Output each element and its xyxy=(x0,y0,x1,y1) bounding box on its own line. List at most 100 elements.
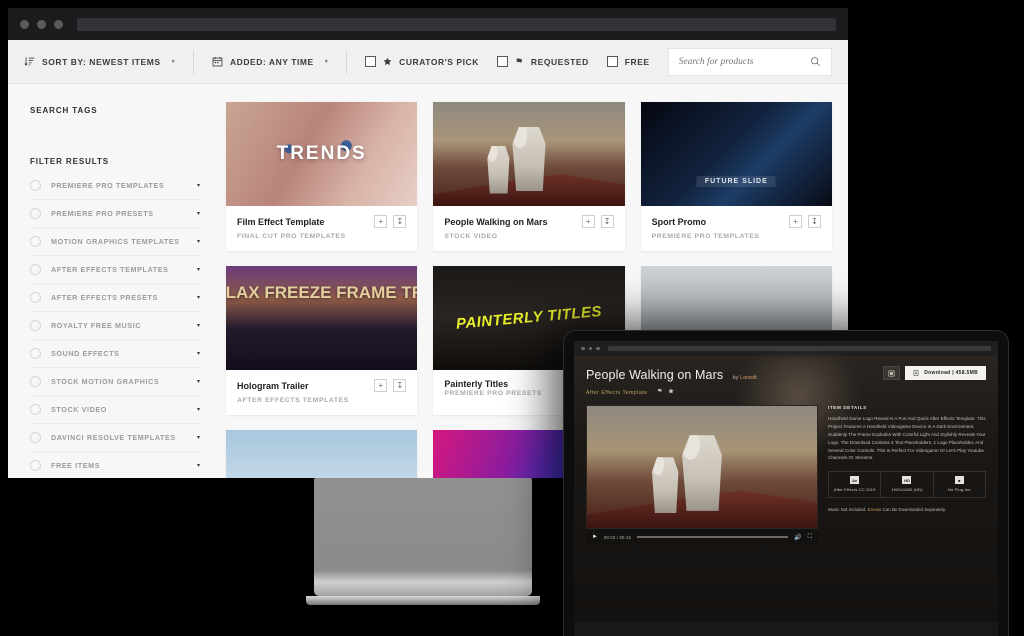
window-controls[interactable] xyxy=(20,19,63,29)
sidebar-filter-motion-graphics-templates[interactable]: MOTION GRAPHICS TEMPLATES ▾ xyxy=(30,228,200,256)
sidebar-filter-royalty-free-music[interactable]: ROYALTY FREE MUSIC ▾ xyxy=(30,312,200,340)
chevron-down-icon[interactable]: ▾ xyxy=(197,378,200,385)
added-dropdown[interactable]: ADDED: ANY TIME ▾ xyxy=(212,56,346,67)
checkbox-free[interactable]: FREE xyxy=(606,56,668,67)
checkbox-box[interactable] xyxy=(365,56,377,67)
filter-toolbar: SORT BY: NEWEST ITEMS ▾ ADDED: ANY TIME … xyxy=(8,40,848,84)
download-icon[interactable]: ↧ xyxy=(393,215,407,228)
filter-label: STOCK MOTION GRAPHICS xyxy=(51,377,160,386)
spec-item: ■ No Plug-Ins xyxy=(934,472,985,497)
add-icon[interactable]: + xyxy=(581,215,595,228)
radio-icon[interactable] xyxy=(30,208,41,219)
music-note-link[interactable]: Envato xyxy=(868,507,882,512)
chevron-down-icon[interactable]: ▾ xyxy=(197,210,200,217)
checkbox-requested[interactable]: REQUESTED xyxy=(496,56,607,67)
radio-icon[interactable] xyxy=(30,348,41,359)
search-icon[interactable] xyxy=(810,56,821,67)
product-category: FINAL CUT PRO TEMPLATES xyxy=(237,233,346,240)
product-card[interactable]: PARALLAX FREEZE FRAME TRAILER Hologram T… xyxy=(226,266,418,415)
chevron-down-icon[interactable]: ▾ xyxy=(197,434,200,441)
sidebar-filter-premiere-pro-presets[interactable]: PREMIERE PRO PRESETS ▾ xyxy=(30,200,200,228)
product-card[interactable] xyxy=(226,430,418,478)
checkbox-box[interactable] xyxy=(496,56,508,67)
thumbnail-overlay-text: PAINTERLY TITLES xyxy=(455,303,603,333)
sort-by-dropdown[interactable]: SORT BY: NEWEST ITEMS ▾ xyxy=(24,56,193,67)
chevron-down-icon[interactable]: ▾ xyxy=(197,182,200,189)
sidebar-filter-stock-video[interactable]: STOCK VIDEO ▾ xyxy=(30,396,200,424)
sidebar-filter-davinci-resolve-templates[interactable]: DAVINCI RESOLVE TEMPLATES ▾ xyxy=(30,424,200,452)
download-icon[interactable]: ↧ xyxy=(393,379,407,392)
sidebar-filter-stock-motion-graphics[interactable]: STOCK MOTION GRAPHICS ▾ xyxy=(30,368,200,396)
product-thumbnail[interactable]: TRENDS xyxy=(226,102,418,206)
detail-subtitle-row: After Effects Template xyxy=(586,388,757,396)
chevron-down-icon[interactable]: ▾ xyxy=(197,266,200,273)
add-icon[interactable]: + xyxy=(788,215,802,228)
minimize-dot-icon[interactable] xyxy=(37,19,46,29)
flag-icon[interactable] xyxy=(657,388,663,394)
video-progress-bar[interactable] xyxy=(637,536,789,538)
product-thumbnail[interactable]: FUTURE SLIDE xyxy=(640,102,832,206)
play-icon[interactable]: ► xyxy=(592,534,598,540)
radio-icon[interactable] xyxy=(30,376,41,387)
radio-icon[interactable] xyxy=(30,460,41,471)
product-thumbnail[interactable] xyxy=(433,102,625,206)
address-bar[interactable] xyxy=(77,17,836,31)
download-button[interactable]: Download | 458.5MB xyxy=(905,366,986,380)
checkbox-curators-pick[interactable]: CURATOR'S PICK xyxy=(365,56,497,67)
radio-icon[interactable] xyxy=(30,320,41,331)
sort-by-label: SORT BY: NEWEST ITEMS xyxy=(42,56,161,67)
calendar-icon xyxy=(212,56,223,67)
radio-icon[interactable] xyxy=(30,264,41,275)
sidebar-filter-after-effects-templates[interactable]: AFTER EFFECTS TEMPLATES ▾ xyxy=(30,256,200,284)
thumbnail-overlay-text: PARALLAX FREEZE FRAME TRAILER xyxy=(226,282,417,302)
author-name[interactable]: Lonedt xyxy=(740,375,757,381)
chevron-down-icon[interactable]: ▾ xyxy=(197,294,200,301)
checkbox-box[interactable] xyxy=(606,56,618,67)
close-dot-icon[interactable] xyxy=(581,346,585,351)
product-card[interactable]: People Walking on Mars + ↧ STOCK VIDEO xyxy=(433,102,625,251)
preview-icon[interactable] xyxy=(883,366,901,380)
fullscreen-icon[interactable]: ⛶ xyxy=(808,534,812,541)
device-address-bar[interactable] xyxy=(607,346,991,351)
add-icon[interactable]: + xyxy=(374,379,388,392)
thumbnail-overlay-text: FUTURE SLIDE xyxy=(696,176,776,188)
chevron-down-icon[interactable]: ▾ xyxy=(197,238,200,245)
add-icon[interactable]: + xyxy=(374,215,388,228)
chevron-down-icon[interactable]: ▾ xyxy=(197,350,200,357)
radio-icon[interactable] xyxy=(30,404,41,415)
sidebar-filter-premiere-pro-templates[interactable]: PREMIERE PRO TEMPLATES ▾ xyxy=(30,172,200,200)
maximize-dot-icon[interactable] xyxy=(596,346,600,351)
chevron-down-icon[interactable]: ▾ xyxy=(197,406,200,413)
product-thumbnail[interactable] xyxy=(226,430,418,478)
product-thumbnail[interactable]: PARALLAX FREEZE FRAME TRAILER xyxy=(226,266,418,370)
chevron-down-icon: ▾ xyxy=(171,59,176,65)
minimize-dot-icon[interactable] xyxy=(588,346,592,351)
radio-icon[interactable] xyxy=(30,236,41,247)
sidebar-filter-sound-effects[interactable]: SOUND EFFECTS ▾ xyxy=(30,340,200,368)
sidebar-filter-free-items[interactable]: FREE ITEMS ▾ xyxy=(30,452,200,478)
star-icon[interactable] xyxy=(667,388,674,394)
added-label: ADDED: ANY TIME xyxy=(229,56,314,67)
product-card[interactable]: FUTURE SLIDE Sport Promo + ↧ PREMIERE PR… xyxy=(640,102,832,251)
spec-label: No Plug-Ins xyxy=(948,487,971,493)
radio-icon[interactable] xyxy=(30,432,41,443)
chevron-down-icon[interactable]: ▾ xyxy=(197,462,200,469)
product-card[interactable]: TRENDS Film Effect Template + ↧ FINAL CU… xyxy=(226,102,418,251)
search-input[interactable] xyxy=(678,56,805,67)
video-frame[interactable] xyxy=(586,405,818,529)
download-icon[interactable]: ↧ xyxy=(600,215,614,228)
product-info: Sport Promo + ↧ PREMIERE PRO TEMPLATES xyxy=(641,206,832,251)
search-box[interactable] xyxy=(667,47,833,76)
product-title: Sport Promo xyxy=(651,216,707,227)
by-prefix: by xyxy=(732,375,739,381)
close-dot-icon[interactable] xyxy=(20,19,29,29)
radio-icon[interactable] xyxy=(30,180,41,191)
music-note: Music Not Included. Envato Can Be Downlo… xyxy=(828,507,986,512)
radio-icon[interactable] xyxy=(30,292,41,303)
sidebar-filter-after-effects-presets[interactable]: AFTER EFFECTS PRESETS ▾ xyxy=(30,284,200,312)
device-window-controls[interactable] xyxy=(581,346,600,351)
maximize-dot-icon[interactable] xyxy=(54,19,63,29)
chevron-down-icon[interactable]: ▾ xyxy=(197,322,200,329)
volume-icon[interactable]: 🔊 xyxy=(794,534,801,541)
download-icon[interactable]: ↧ xyxy=(807,215,821,228)
